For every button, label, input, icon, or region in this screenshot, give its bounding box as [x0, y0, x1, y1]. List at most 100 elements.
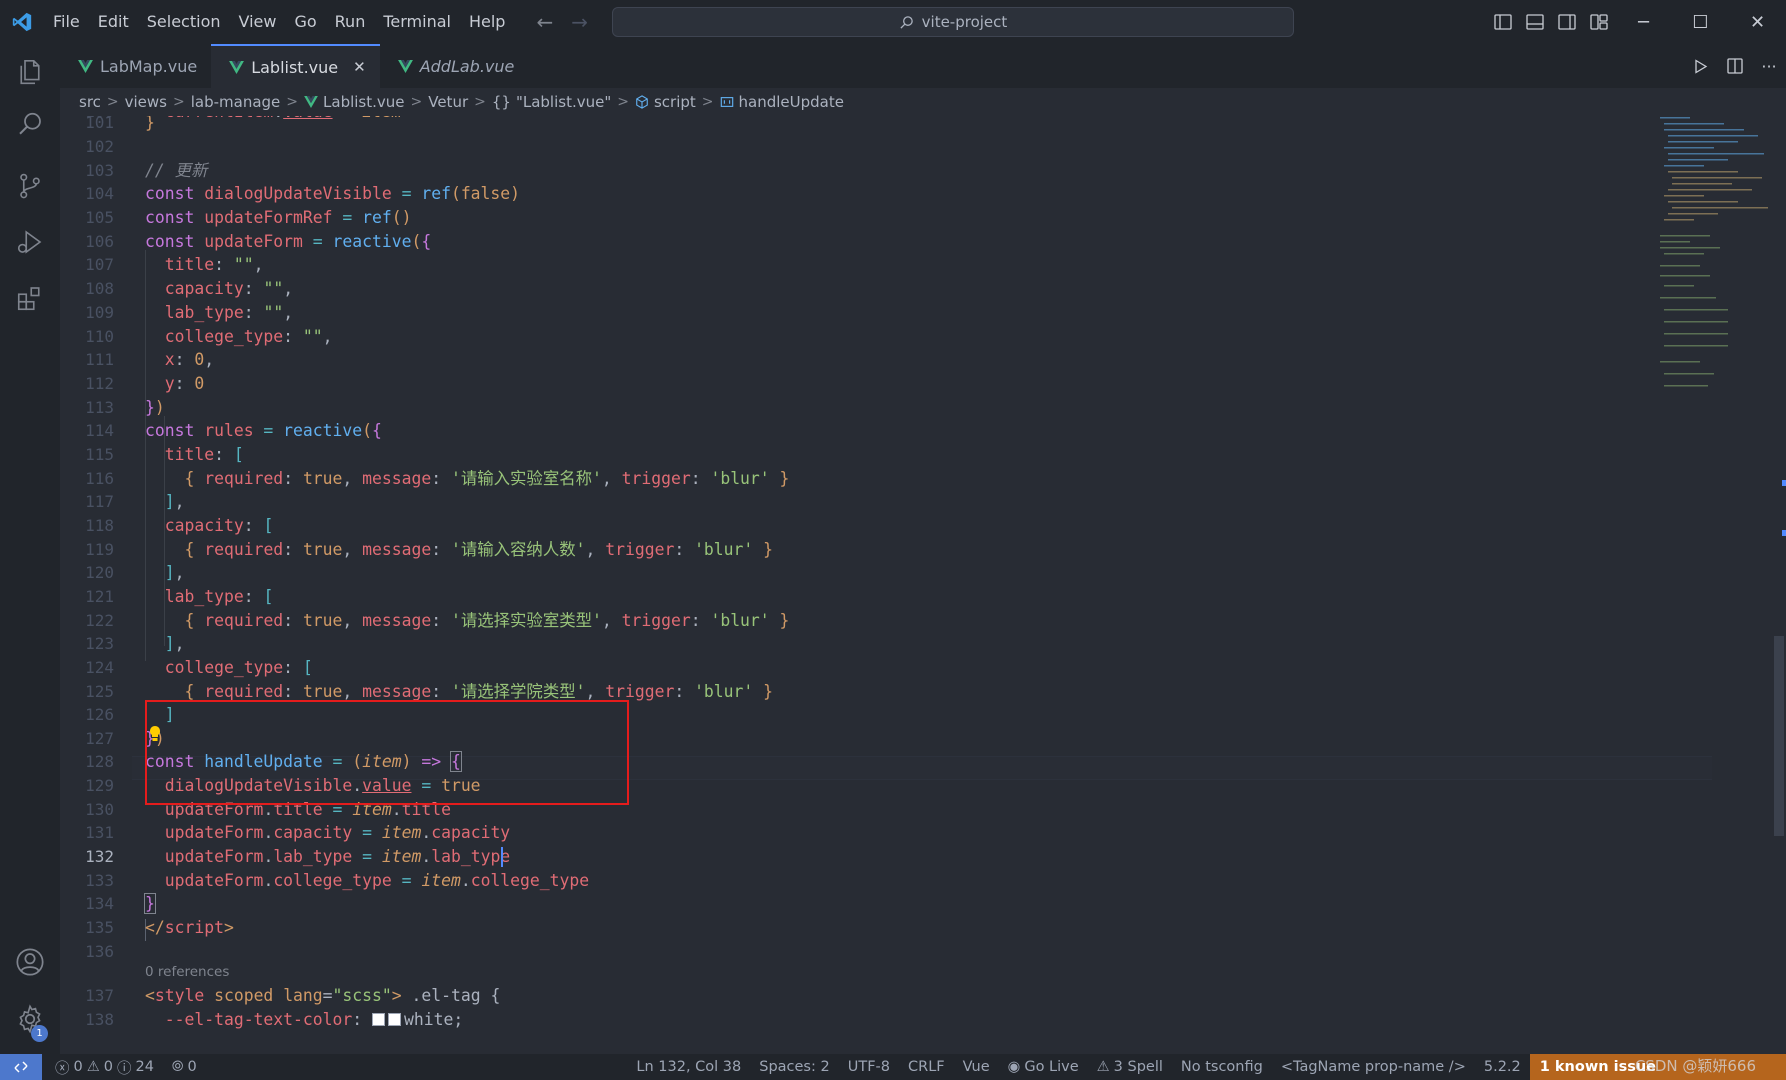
tab-addlab[interactable]: AddLab.vue [380, 44, 529, 88]
crumb-views[interactable]: views [125, 93, 167, 111]
more-actions-icon[interactable]: ··· [1752, 44, 1786, 88]
menu-terminal[interactable]: Terminal [374, 7, 460, 37]
code-line: lab_type: [ [164, 587, 274, 606]
code-line: x: 0, [164, 350, 215, 369]
chevron-right-icon: > [701, 94, 714, 110]
settings-gear-icon[interactable]: 1 [0, 991, 60, 1047]
end-of-line[interactable]: CRLF [899, 1059, 954, 1075]
remote-icon[interactable] [0, 1054, 42, 1080]
command-center[interactable]: vite-project [611, 7, 1294, 37]
close-window-icon[interactable]: ✕ [1729, 0, 1786, 44]
close-icon[interactable]: ✕ [353, 58, 366, 76]
line-number: 129 [85, 776, 114, 795]
chevron-right-icon: > [410, 94, 423, 110]
go-live-button[interactable]: ◉ Go Live [999, 1059, 1088, 1075]
menu-go[interactable]: Go [285, 7, 325, 37]
color-swatch[interactable] [388, 1013, 401, 1026]
code-line: updateForm.college_type = item.college_t… [164, 871, 590, 890]
source-control-icon[interactable] [0, 158, 60, 214]
tsconfig-status[interactable]: No tsconfig [1172, 1059, 1272, 1075]
tagname-status[interactable]: <TagName prop-name /> [1272, 1059, 1475, 1075]
line-number: 120 [85, 563, 114, 582]
typescript-version[interactable]: 5.2.2 [1475, 1059, 1530, 1075]
title-bar: File Edit Selection View Go Run Terminal… [0, 0, 1786, 44]
toggle-primary-sidebar-icon[interactable] [1487, 0, 1519, 44]
vue-file-icon [397, 59, 413, 73]
watermark: CSDN @颖妍666 [1634, 1057, 1756, 1075]
split-editor-icon[interactable] [1718, 44, 1752, 88]
crumb-vetur[interactable]: Vetur [428, 93, 468, 111]
indentation[interactable]: Spaces: 2 [750, 1059, 838, 1075]
activity-bar: 1 [0, 44, 60, 1054]
menu-selection[interactable]: Selection [138, 7, 230, 37]
spell-check[interactable]: ⚠ 3 Spell [1088, 1059, 1172, 1075]
menu-file[interactable]: File [44, 7, 89, 37]
code-line: title: "", [164, 255, 264, 274]
line-number: 130 [85, 800, 114, 819]
codelens-references[interactable]: 0 references [145, 964, 229, 980]
run-debug-icon[interactable] [0, 214, 60, 270]
line-number: 131 [85, 823, 114, 842]
chevron-right-icon: > [173, 94, 185, 110]
maximize-icon[interactable]: ☐ [1672, 0, 1729, 44]
back-arrow-icon[interactable]: ← [536, 10, 553, 34]
line-number: 137 [85, 986, 114, 1005]
encoding[interactable]: UTF-8 [839, 1059, 899, 1075]
extensions-icon[interactable] [0, 270, 60, 326]
crumb-script[interactable]: script [635, 93, 696, 111]
code-line: y: 0 [164, 374, 205, 393]
line-number: 103 [85, 161, 114, 180]
code-line: // 更新 [145, 161, 208, 180]
crumb-handleupdate[interactable]: handleUpdate [720, 93, 844, 111]
history-navigation: ← → [536, 10, 588, 34]
line-number: 114 [85, 421, 114, 440]
code-line: lab_type: "", [164, 303, 294, 322]
cursor-position[interactable]: Ln 132, Col 38 [627, 1059, 750, 1075]
account-icon[interactable] [0, 934, 60, 990]
crumb-src[interactable]: src [79, 93, 101, 111]
menu-view[interactable]: View [230, 7, 286, 37]
line-number: 125 [85, 682, 114, 701]
code-line: } [145, 116, 155, 132]
crumb-lab-manage[interactable]: lab-manage [191, 93, 281, 111]
language-mode[interactable]: Vue [954, 1059, 999, 1075]
minimap[interactable] [1656, 116, 1776, 415]
code-editor[interactable]: 100 101 102 103 104 105 106 107 108 109 … [60, 116, 1786, 1054]
golive-icon: ◉ [1007, 1059, 1021, 1075]
menu-help[interactable]: Help [460, 7, 514, 37]
code-line: const rules = reactive({ [145, 421, 382, 440]
symbol-method-icon [720, 97, 733, 107]
code-line: capacity: "", [164, 279, 294, 298]
settings-update-badge: 1 [31, 1025, 48, 1042]
explorer-icon[interactable] [0, 44, 60, 100]
title-bar-controls: ─ ☐ ✕ [1487, 0, 1786, 44]
code-line: ], [164, 634, 185, 653]
chevron-right-icon: > [106, 94, 119, 110]
ports-indicator[interactable]: ⦾ 0 [163, 1059, 206, 1075]
crumb-document[interactable]: {} "Lablist.vue" [492, 93, 611, 111]
problems-indicator[interactable]: ⓧ 0 ⚠ 0 ⓘ 24 [46, 1057, 163, 1078]
scrollbar-thumb[interactable] [1774, 636, 1784, 836]
tab-lablist[interactable]: Lablist.vue ✕ [211, 44, 380, 88]
run-icon[interactable] [1684, 44, 1718, 88]
crumb-file[interactable]: Lablist.vue [304, 93, 405, 111]
line-number: 133 [85, 871, 114, 890]
code-line: { required: true, message: '请选择实验室类型', t… [184, 611, 790, 630]
line-number: 110 [85, 327, 114, 346]
toggle-panel-icon[interactable] [1519, 0, 1551, 44]
code-line: }) [145, 398, 165, 417]
braces-icon: {} [491, 93, 511, 111]
color-swatch[interactable] [372, 1013, 385, 1026]
minimize-icon[interactable]: ─ [1615, 0, 1672, 44]
customize-layout-icon[interactable] [1583, 0, 1615, 44]
search-icon [900, 15, 913, 29]
tab-labmap[interactable]: LabMap.vue [60, 44, 211, 88]
search-icon[interactable] [0, 97, 60, 153]
line-number: 127 [85, 729, 114, 748]
vertical-scrollbar[interactable] [1772, 116, 1786, 1054]
code-line: ], [164, 563, 185, 582]
menu-run[interactable]: Run [326, 7, 375, 37]
menu-edit[interactable]: Edit [89, 7, 138, 37]
toggle-secondary-sidebar-icon[interactable] [1551, 0, 1583, 44]
forward-arrow-icon[interactable]: → [571, 10, 588, 34]
